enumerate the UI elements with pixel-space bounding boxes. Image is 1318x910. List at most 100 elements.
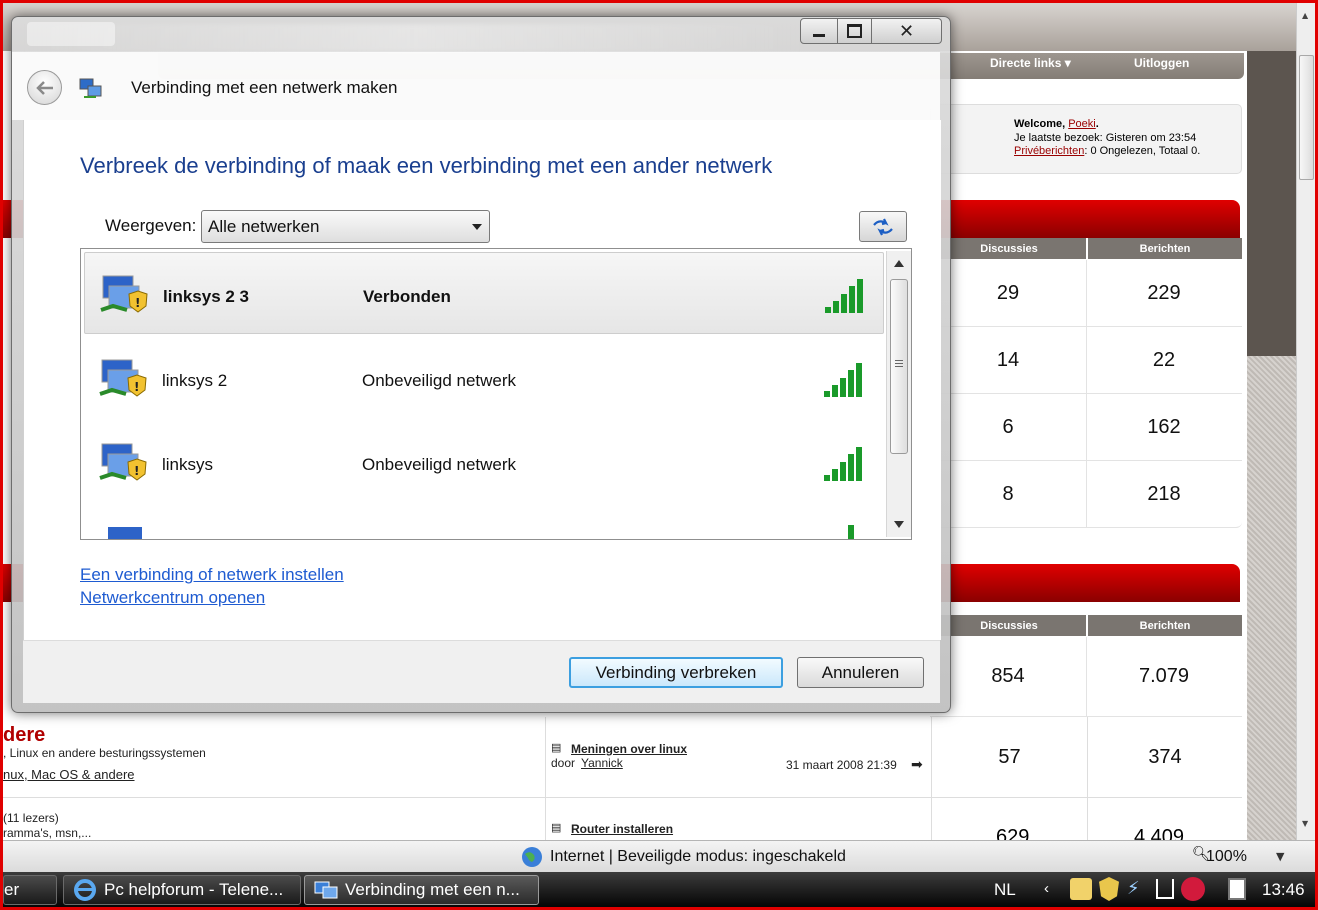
stat-row: 8 218 [930,461,1242,528]
signal-strength-icon [825,279,863,313]
volume-tray-icon[interactable] [1156,879,1174,899]
taskbar-item-label: Pc helpforum - Telene... [104,880,284,899]
back-button[interactable] [27,70,62,105]
network-center-link[interactable]: Netwerkcentrum openen [80,588,265,608]
scroll-down-icon[interactable] [894,521,904,528]
welcome-suffix: . [1095,118,1099,130]
thread-icon: ▤ [551,822,562,834]
network-item-partial[interactable] [84,505,884,539]
scroll-down-icon[interactable]: ▼ [1302,819,1308,828]
stat-row: 14 22 [930,327,1242,394]
network-item[interactable]: ! linksys Onbeveiligd netwerk [84,421,884,503]
discussions-count: 854 [930,637,1087,716]
dialog-heading: Verbreek de verbinding of maak een verbi… [80,153,773,178]
blurred-background [27,22,115,46]
forum-description: ramma's, msn,... [3,826,92,840]
close-icon: ✕ [898,20,915,42]
show-label: Weergeven: [105,216,197,235]
subforum-link[interactable]: nux, Mac OS & andere [3,767,135,782]
posts-count: 229 [1147,281,1181,304]
network-list-scrollbar[interactable] [886,251,911,537]
discussions-count: 29 [930,260,1087,326]
wireless-shield-network-icon: ! [100,275,148,313]
security-zone-status[interactable]: Internet | Beveiligde modus: ingeschakel… [550,848,846,866]
svg-text:!: ! [134,464,139,478]
taskbar-item-cut[interactable]: er [3,875,57,905]
pm-count: : 0 Ongelezen, Totaal 0. [1084,145,1201,157]
taskbar-item-ie[interactable]: Pc helpforum - Telene... [63,875,301,905]
dialog-title: Verbinding met een netwerk maken [131,78,398,97]
posts-count: 218 [1147,482,1181,505]
zoom-level[interactable]: 100% [1206,848,1247,866]
network-tray-icon[interactable]: ⚡︎ [1127,878,1149,900]
scroll-thumb[interactable] [1299,55,1314,180]
network-name: linksys 2 [162,371,228,390]
svg-text:!: ! [135,296,140,310]
last-post-date: 31 maart 2008 21:39 [786,758,897,772]
tray-expand-icon[interactable]: ‹ [1044,880,1049,897]
svg-text:!: ! [134,380,139,394]
forum-title[interactable]: dere [3,724,45,747]
minimize-button[interactable] [800,18,838,44]
author-link[interactable]: Yannick [581,756,623,770]
network-item[interactable]: ! linksys 2 3 Verbonden [84,252,884,334]
private-messages-link[interactable]: Privéberichten [1014,145,1084,157]
discussions-count: 57 [998,745,1021,768]
blurred-background [22,24,802,52]
network-name: linksys 2 3 [163,287,250,306]
last-visit: Je laatste bezoek: Gisteren om 23:54 [1014,131,1197,144]
disconnect-button[interactable]: Verbinding verbreken [569,657,783,688]
taskbar-item-network-dialog[interactable]: Verbinding met een n... [304,875,539,905]
network-item[interactable]: ! linksys 2 Onbeveiligd netwerk [84,337,884,419]
col-discussions-1: Discussies [932,238,1086,259]
last-thread-link[interactable]: Router installeren [571,822,673,836]
minimize-icon [813,33,825,37]
refresh-button[interactable] [859,211,907,242]
thread-icon: ▤ [551,742,562,754]
maximize-button[interactable] [838,18,872,44]
folder-tray-icon[interactable] [1070,878,1092,900]
discussions-count: 6 [930,394,1087,460]
forum-description: , Linux en andere besturingssystemen [3,746,206,760]
direct-links-menu[interactable]: Directe links ▾ [990,56,1071,70]
network-list[interactable]: ! linksys 2 3 Verbonden ! linksys 2 Onbe… [80,248,912,540]
posts-count: 7.079 [1138,665,1190,687]
power-tray-icon[interactable] [1228,878,1246,900]
close-button[interactable]: ✕ [872,18,942,44]
taskbar-item-label: Verbinding met een n... [345,880,520,899]
col-discussions-2: Discussies [932,615,1086,636]
clipped-stats: 629 4.409 [932,826,1242,840]
go-to-post-icon[interactable]: ➡ [911,756,923,773]
by-label: door [551,756,576,770]
wireless-shield-network-icon: ! [99,359,147,397]
wireless-shield-network-icon [108,527,142,539]
language-indicator[interactable]: NL [994,880,1016,900]
stat-row: 854 7.079 [930,637,1242,717]
posts-count: 22 [1152,348,1176,371]
discussions-count: 629 [996,826,1030,840]
scroll-up-icon[interactable]: ▲ [1302,11,1308,20]
last-thread-link[interactable]: Meningen over linux [571,742,687,756]
logout-link[interactable]: Uitloggen [1134,56,1189,70]
discussions-count: 14 [930,327,1087,393]
browser-scrollbar[interactable]: ▲ ▼ [1296,3,1316,840]
welcome-prefix: Welcome, [1014,118,1069,130]
cancel-button[interactable]: Annuleren [797,657,924,688]
chevron-down-icon [472,224,482,230]
network-connection-icon [314,881,338,899]
network-name: linksys [162,455,214,474]
grip-icon [895,360,903,361]
app-tray-icon[interactable] [1181,877,1205,901]
user-link[interactable]: Poeki [1068,118,1096,130]
setup-connection-link[interactable]: Een verbinding of netwerk instellen [80,565,344,585]
forum-side-bg [1247,51,1296,356]
scroll-up-icon[interactable] [894,260,904,267]
stat-row: 29 229 [930,260,1242,327]
scroll-thumb[interactable] [890,279,908,454]
refresh-icon [873,218,893,235]
posts-count: 162 [1147,415,1181,438]
clock[interactable]: 13:46 [1262,880,1305,900]
discussions-count: 8 [930,461,1087,527]
chevron-down-icon[interactable]: ▼ [1276,850,1284,863]
network-filter-select[interactable]: Alle netwerken [201,210,490,243]
